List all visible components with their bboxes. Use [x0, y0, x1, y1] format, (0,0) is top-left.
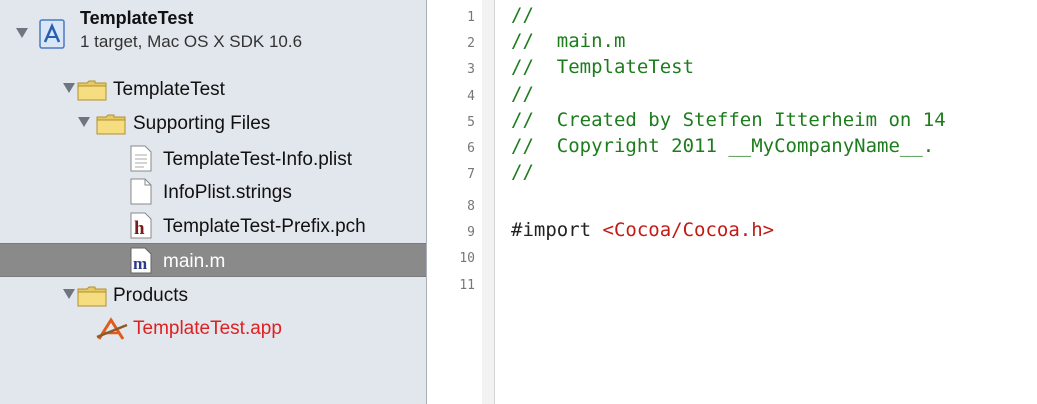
nav-item-main-m[interactable]: m main.m [0, 243, 426, 277]
project-subtitle: 1 target, Mac OS X SDK 10.6 [80, 32, 303, 51]
line-number: 10 [459, 251, 475, 266]
code-line: // Copyright 2011 __MyCompanyName__. [511, 135, 934, 157]
strings-file-icon [130, 178, 152, 205]
nav-item-label: TemplateTest-Info.plist [163, 149, 353, 170]
line-number: 8 [467, 199, 475, 214]
line-number: 11 [459, 278, 475, 293]
disclosure-triangle-icon[interactable] [63, 83, 75, 93]
project-name: TemplateTest [80, 8, 194, 28]
nav-item-prefix-pch[interactable]: h TemplateTest-Prefix.pch [0, 209, 426, 243]
nav-item-label: TemplateTest.app [133, 318, 282, 339]
line-number: 6 [467, 141, 475, 156]
svg-text:m: m [133, 254, 147, 273]
line-number: 3 [467, 62, 475, 77]
folder-icon [96, 114, 126, 135]
nav-item-info-plist[interactable]: TemplateTest-Info.plist [0, 142, 426, 176]
project-navigator: TemplateTest 1 target, Mac OS X SDK 10.6… [0, 0, 427, 404]
nav-item-templatetest-group[interactable]: TemplateTest [0, 72, 426, 106]
line-number: 2 [467, 36, 475, 51]
nav-item-supporting-files[interactable]: Supporting Files [0, 106, 426, 140]
nav-item-app-product[interactable]: TemplateTest.app [0, 311, 426, 345]
folder-icon [77, 80, 107, 101]
nav-item-label: InfoPlist.strings [163, 182, 292, 203]
folder-icon [77, 286, 107, 307]
nav-item-label: TemplateTest-Prefix.pch [163, 216, 366, 237]
disclosure-triangle-icon[interactable] [16, 28, 28, 38]
nav-item-label: TemplateTest [113, 79, 225, 100]
code-line: #import <Cocoa/Cocoa.h> [511, 219, 774, 241]
xcode-project-icon [39, 19, 65, 49]
code-comment: // [511, 83, 534, 105]
line-number: 9 [467, 225, 475, 240]
app-icon [96, 317, 128, 340]
code-comment: // Copyright 2011 __MyCompanyName__. [511, 135, 935, 157]
code-line: // main.m [511, 30, 625, 52]
plist-file-icon [130, 145, 152, 172]
code-line: // [511, 4, 534, 26]
disclosure-triangle-icon[interactable] [63, 289, 75, 299]
code-line: // [511, 83, 534, 105]
nav-item-products[interactable]: Products [0, 278, 426, 312]
code-line: // TemplateTest [511, 56, 694, 78]
code-comment: // TemplateTest [511, 56, 695, 78]
line-number: 4 [467, 89, 475, 104]
line-number: 1 [467, 10, 475, 25]
code-comment: // main.m [511, 30, 626, 52]
source-editor[interactable]: 1 2 3 4 5 6 7 8 9 10 11 // // main.m // … [427, 0, 1037, 404]
nav-item-label: main.m [163, 251, 226, 272]
objc-source-file-icon: m [130, 247, 152, 274]
code-comment: // Created by Steffen Itterheim on 14 [511, 109, 946, 131]
code-folding-ribbon[interactable] [482, 0, 495, 404]
nav-item-label: Supporting Files [133, 113, 271, 134]
code-line: // [511, 161, 534, 183]
nav-item-label: Products [113, 285, 188, 306]
header-file-icon: h [130, 212, 152, 239]
code-line: // Created by Steffen Itterheim on 14 [511, 109, 946, 131]
code-comment: // [511, 4, 534, 26]
line-number: 7 [467, 167, 475, 182]
disclosure-triangle-icon[interactable] [78, 117, 90, 127]
nav-item-infoplist-strings[interactable]: InfoPlist.strings [0, 175, 426, 209]
code-directive: #import [511, 219, 603, 241]
svg-text:h: h [134, 218, 145, 239]
project-root-row[interactable]: TemplateTest 1 target, Mac OS X SDK 10.6 [0, 0, 426, 64]
code-comment: // [511, 161, 534, 183]
line-number-gutter: 1 2 3 4 5 6 7 8 9 10 11 [427, 0, 483, 404]
code-string: <Cocoa/Cocoa.h> [602, 219, 775, 241]
line-number: 5 [467, 115, 475, 130]
